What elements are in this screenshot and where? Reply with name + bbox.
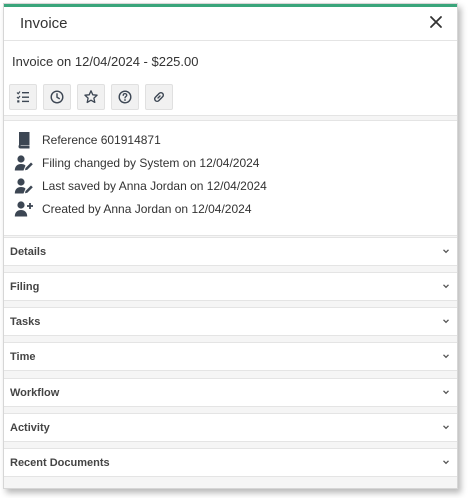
link-button[interactable]: [145, 84, 173, 110]
close-button[interactable]: [425, 11, 447, 33]
last-saved-row: Last saved by Anna Jordan on 12/04/2024: [14, 176, 267, 196]
book-icon: [18, 132, 30, 149]
section-tasks[interactable]: Tasks: [4, 307, 457, 336]
panel-title: Invoice: [20, 15, 68, 32]
document-heading: Invoice on 12/04/2024 - $225.00: [12, 54, 199, 69]
section-label: Tasks: [10, 316, 41, 328]
section-time[interactable]: Time: [4, 342, 457, 371]
section-details[interactable]: Details: [4, 237, 457, 266]
help-icon: [118, 90, 132, 104]
user-edit-icon: [14, 178, 33, 194]
section-label: Time: [10, 351, 36, 363]
history-button[interactable]: [43, 84, 71, 110]
clock-icon: [50, 90, 64, 104]
help-button[interactable]: [111, 84, 139, 110]
chevron-down-icon: [443, 460, 449, 465]
user-add-icon: [14, 201, 33, 217]
chevron-down-icon: [443, 390, 449, 395]
chevron-down-icon: [443, 319, 449, 324]
record-info: Reference 601914871 Filing changed by Sy…: [4, 120, 457, 236]
section-label: Filing: [10, 281, 40, 293]
section-label: Activity: [10, 422, 50, 434]
panel-header: Invoice: [4, 7, 457, 41]
star-icon: [84, 90, 98, 104]
filing-changed-row: Filing changed by System on 12/04/2024: [14, 153, 259, 173]
reference-row: Reference 601914871: [14, 130, 161, 150]
created-row: Created by Anna Jordan on 12/04/2024: [14, 199, 252, 219]
section-label: Recent Documents: [10, 457, 110, 469]
toolbar: [4, 81, 457, 116]
chevron-down-icon: [443, 354, 449, 359]
close-icon: [430, 16, 442, 28]
user-edit-icon: [14, 155, 33, 171]
last-saved-text: Last saved by Anna Jordan on 12/04/2024: [42, 179, 267, 193]
section-workflow[interactable]: Workflow: [4, 378, 457, 407]
created-text: Created by Anna Jordan on 12/04/2024: [42, 202, 252, 216]
checklist-button[interactable]: [9, 84, 37, 110]
filing-changed-text: Filing changed by System on 12/04/2024: [42, 156, 260, 170]
section-label: Workflow: [10, 387, 60, 399]
section-recent-documents[interactable]: Recent Documents: [4, 448, 457, 477]
chevron-down-icon: [443, 249, 449, 254]
section-label: Details: [10, 246, 47, 258]
document-heading-bar: Invoice on 12/04/2024 - $225.00: [4, 41, 457, 82]
invoice-panel: Invoice Invoice on 12/04/2024 - $225.00: [3, 3, 458, 489]
section-filing[interactable]: Filing: [4, 272, 457, 301]
chevron-down-icon: [443, 425, 449, 430]
link-icon: [154, 92, 164, 102]
checklist-icon: [16, 91, 29, 103]
chevron-down-icon: [443, 284, 449, 289]
favorite-button[interactable]: [77, 84, 105, 110]
section-activity[interactable]: Activity: [4, 413, 457, 442]
reference-text: Reference 601914871: [42, 133, 161, 147]
